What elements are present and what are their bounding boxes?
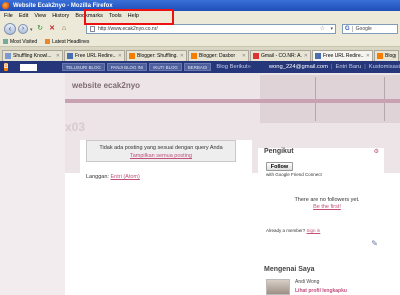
menu-edit[interactable]: Edit (19, 13, 28, 19)
follow-button[interactable]: Follow (266, 162, 293, 171)
window-title: Website Ecak2nyo - Mozilla Firefox (13, 2, 113, 9)
window-titlebar: Website Ecak2nyo - Mozilla Firefox (0, 0, 400, 11)
search-placeholder[interactable]: Google (356, 26, 372, 32)
avatar[interactable] (266, 279, 290, 295)
flag-blog-button[interactable]: PANJI BLOG INI (106, 63, 148, 71)
no-followers-text: There are no followers yet. (294, 197, 360, 203)
menu-view[interactable]: View (34, 13, 46, 19)
url-text[interactable]: http://www.ecak2nyo.co.nr/ (98, 26, 158, 32)
stop-icon[interactable]: ✕ (48, 25, 56, 33)
edit-gadget-icon[interactable]: ⚙ (374, 148, 379, 155)
menu-file[interactable]: File (4, 13, 13, 19)
member-line: Already a member? Sign in (266, 228, 320, 233)
atom-feed-link[interactable]: Entri (Atom) (110, 174, 139, 180)
subscribe-label: Langgan: (86, 174, 109, 180)
navigation-toolbar: ‹ › ▾ ↻ ✕ ⌂ http://www.ecak2nyo.co.nr/ ☆… (0, 20, 400, 38)
header-number: x03 (65, 120, 86, 134)
close-tab-icon[interactable]: ✕ (56, 53, 60, 59)
reload-icon[interactable]: ↻ (36, 25, 44, 33)
share-button[interactable]: BERBAGI (183, 63, 212, 71)
back-icon[interactable]: ‹ (4, 23, 16, 35)
wrench-icon[interactable]: ✎ (371, 239, 378, 248)
tab-4[interactable]: Blogger: Dasbor ✕ (188, 50, 249, 61)
menu-bar: File Edit View History Bookmarks Tools H… (0, 11, 400, 20)
page-left-margin (0, 73, 65, 295)
member-text: Already a member? (266, 228, 306, 233)
tab-favicon-icon (253, 53, 259, 59)
about-me-heading: Mengenai Saya (264, 266, 315, 273)
tab-favicon-icon (377, 53, 383, 59)
sign-in-link[interactable]: Sign in (307, 228, 321, 233)
tab-favicon-icon (67, 53, 73, 59)
close-tab-icon[interactable]: ✕ (242, 53, 246, 59)
new-post-link[interactable]: Entri Baru (335, 64, 361, 70)
url-highlight-box (84, 9, 174, 25)
tab-7[interactable]: Blogger (374, 50, 399, 61)
close-tab-icon[interactable]: ✕ (118, 53, 122, 59)
bookmark-latest-headlines[interactable]: Latest Headlines (45, 39, 89, 45)
tab-favicon-icon (5, 53, 11, 59)
user-email: wong_224@gmail.com (268, 64, 328, 70)
notice-text: Tidak ada posting yang sesuai dengan que… (99, 145, 223, 151)
gfc-text: with Google Friend Connect (266, 172, 322, 177)
history-dropdown-icon[interactable]: ▾ (30, 27, 33, 33)
no-posts-notice: Tidak ada posting yang sesuai dengan que… (86, 140, 236, 162)
view-profile-link[interactable]: Lihat profil lengkapku (295, 288, 347, 294)
search-engine-icon[interactable]: G (345, 26, 353, 32)
be-first-link[interactable]: Be the first! (282, 204, 372, 210)
follow-blog-button[interactable]: IKUTI BLOG (149, 63, 182, 71)
firefox-icon (2, 1, 10, 10)
bookmark-most-visited[interactable]: Most Visited (3, 39, 37, 45)
page-icon (90, 26, 95, 32)
main-content: Tidak ada posting yang sesuai dengan que… (80, 140, 252, 280)
next-blog-link[interactable]: Blog Berikut» (216, 64, 250, 70)
home-icon[interactable]: ⌂ (60, 25, 68, 33)
blog-title[interactable]: website ecak2nyo (72, 81, 140, 90)
tab-1[interactable]: Shuffling Knowl... ✕ (2, 50, 63, 61)
close-tab-icon[interactable]: ✕ (304, 53, 308, 59)
blog-page: website ecak2nyo x03 Tidak ada posting y… (0, 73, 400, 295)
separator: | (364, 64, 366, 70)
tab-favicon-icon (191, 53, 197, 59)
address-bar[interactable]: http://www.ecak2nyo.co.nr/ ☆ ▾ (86, 24, 336, 34)
followers-heading: Pengikut (264, 148, 294, 155)
blogger-logo-icon[interactable]: B (4, 63, 9, 71)
tab-favicon-icon (129, 53, 135, 59)
author-name: Andi Wong (295, 279, 320, 285)
menu-history[interactable]: History (52, 13, 69, 19)
search-blog-button[interactable]: TELUSURI BLOG (61, 63, 105, 71)
subscribe-line: Langgan: Entri (Atom) (86, 174, 140, 180)
tab-5[interactable]: Gmail - CO.NR: A... ✕ (250, 50, 311, 61)
separator: | (330, 64, 333, 70)
url-dropdown-icon[interactable]: ▾ (330, 26, 333, 32)
forward-icon[interactable]: › (18, 24, 28, 34)
show-all-posts-link[interactable]: Tampilkan semua posting (87, 153, 235, 159)
close-tab-icon[interactable]: ✕ (366, 53, 370, 59)
tab-favicon-icon (315, 53, 321, 59)
tab-3[interactable]: Blogger: Shuffling... ✕ (126, 50, 187, 61)
header-bar (65, 99, 400, 103)
search-input[interactable]: G Google (342, 24, 398, 34)
tab-6[interactable]: Free URL Redire... ✕ (312, 50, 373, 61)
tab-2[interactable]: Free URL Redire... ✕ (64, 50, 125, 61)
rss-icon (45, 39, 51, 45)
sidebar: Pengikut ⚙ Follow with Google Friend Con… (258, 148, 384, 295)
customize-link[interactable]: Kustomisasi (369, 64, 400, 70)
bookmark-icon (3, 39, 8, 45)
close-tab-icon[interactable]: ✕ (180, 53, 184, 59)
bookmark-star-icon[interactable]: ☆ (320, 25, 325, 32)
bookmarks-toolbar: Most Visited Latest Headlines (0, 38, 400, 47)
blogger-navbar: B TELUSURI BLOG PANJI BLOG INI IKUTI BLO… (0, 61, 400, 73)
blog-search-input[interactable] (20, 63, 37, 71)
tab-bar: Shuffling Knowl... ✕ Free URL Redire... ✕ … (0, 47, 400, 61)
